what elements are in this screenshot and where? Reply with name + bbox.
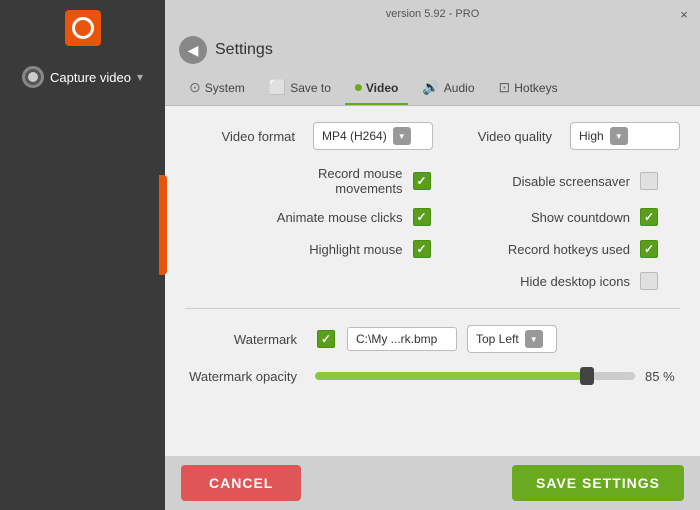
option-highlight-mouse: Highlight mouse [185, 238, 433, 260]
option-animate-mouse: Animate mouse clicks [185, 206, 433, 228]
option-empty-left [185, 270, 433, 292]
main-content: version 5.92 - PRO × ◀ Settings ⊙ System… [165, 0, 700, 510]
capture-video-button[interactable]: Capture video ▾ [8, 60, 157, 94]
sidebar: Capture video ▾ [0, 0, 165, 510]
tab-hotkeys-label: Hotkeys [514, 81, 557, 95]
save-settings-button[interactable]: SAVE SETTINGS [512, 465, 684, 501]
watermark-position-value: Top Left [476, 332, 519, 346]
quality-value: High [579, 129, 604, 143]
show-countdown-label: Show countdown [531, 210, 630, 225]
system-icon: ⊙ [189, 79, 201, 96]
format-dropdown-arrow [393, 127, 411, 145]
back-icon: ◀ [188, 42, 199, 59]
cancel-button[interactable]: CANCEL [181, 465, 301, 501]
watermark-path: C:\My ...rk.bmp [347, 327, 457, 351]
watermark-check-icon[interactable] [317, 330, 335, 348]
option-show-countdown: Show countdown [433, 206, 681, 228]
watermark-label: Watermark [185, 332, 305, 347]
hide-desktop-checkbox[interactable] [638, 270, 660, 292]
option-hide-desktop-icons: Hide desktop icons [433, 270, 681, 292]
disable-screensaver-check-icon[interactable] [640, 172, 658, 190]
chevron-down-icon: ▾ [137, 70, 143, 84]
quality-dropdown-arrow [610, 127, 628, 145]
disable-screensaver-label: Disable screensaver [512, 174, 630, 189]
opacity-value: 85 % [645, 369, 680, 384]
main-window: Capture video ▾ version 5.92 - PRO × ◀ S… [0, 0, 700, 510]
divider [185, 308, 680, 309]
capture-label: Capture video [50, 70, 131, 85]
title-bar: version 5.92 - PRO × [165, 0, 700, 28]
settings-title: Settings [215, 41, 273, 59]
opacity-slider-thumb[interactable] [580, 367, 594, 385]
video-icon: ⏺ [355, 79, 362, 96]
format-quality-row: Video format MP4 (H264) Video quality Hi… [185, 122, 680, 150]
highlight-mouse-label: Highlight mouse [309, 242, 402, 257]
hotkeys-icon: ⊡ [499, 79, 511, 96]
logo-circle [72, 17, 94, 39]
saveto-icon: ⬜ [269, 79, 286, 96]
options-grid: Record mousemovements Disable screensave… [185, 166, 680, 292]
hide-desktop-check-icon[interactable] [640, 272, 658, 290]
tab-hotkeys[interactable]: ⊡ Hotkeys [489, 72, 568, 105]
tab-system[interactable]: ⊙ System [179, 72, 255, 105]
highlight-mouse-checkbox[interactable] [411, 238, 433, 260]
format-label: Video format [185, 129, 305, 144]
record-hotkeys-label: Record hotkeys used [508, 242, 630, 257]
format-value: MP4 (H264) [322, 129, 387, 143]
close-button[interactable]: × [676, 6, 692, 22]
animate-mouse-checkbox[interactable] [411, 206, 433, 228]
opacity-label: Watermark opacity [185, 369, 305, 384]
animate-mouse-label: Animate mouse clicks [277, 210, 403, 225]
tab-saveto-label: Save to [290, 81, 331, 95]
animate-mouse-check-icon[interactable] [413, 208, 431, 226]
back-button[interactable]: ◀ [179, 36, 207, 64]
record-mouse-label: Record mousemovements [318, 166, 403, 196]
watermark-position-dropdown[interactable]: Top Left [467, 325, 557, 353]
record-hotkeys-checkbox[interactable] [638, 238, 660, 260]
position-dropdown-arrow [525, 330, 543, 348]
highlight-mouse-check-icon[interactable] [413, 240, 431, 258]
video-format-dropdown[interactable]: MP4 (H264) [313, 122, 433, 150]
record-mouse-check-icon[interactable] [413, 172, 431, 190]
show-countdown-check-icon[interactable] [640, 208, 658, 226]
video-quality-dropdown[interactable]: High [570, 122, 680, 150]
record-icon [22, 66, 44, 88]
opacity-row: Watermark opacity 85 % [185, 367, 680, 385]
video-format-section: Video format MP4 (H264) [185, 122, 433, 150]
chevron-down-icon [398, 131, 406, 142]
show-countdown-checkbox[interactable] [638, 206, 660, 228]
opacity-slider-track [315, 372, 635, 380]
video-quality-section: Video quality High [442, 122, 680, 150]
disable-screensaver-checkbox[interactable] [638, 170, 660, 192]
footer: CANCEL SAVE SETTINGS [165, 456, 700, 510]
chevron-down-icon-2 [615, 131, 623, 142]
sidebar-accent-bar [159, 175, 167, 275]
option-record-hotkeys: Record hotkeys used [433, 238, 681, 260]
tab-audio-label: Audio [444, 81, 475, 95]
settings-header: ◀ Settings [165, 28, 700, 72]
opacity-slider-container [315, 367, 635, 385]
watermark-checkbox[interactable] [315, 328, 337, 350]
option-record-mouse: Record mousemovements [185, 166, 433, 196]
tab-bar: ⊙ System ⬜ Save to ⏺ Video 🔊 Audio ⊡ Hot… [165, 72, 700, 106]
tab-save-to[interactable]: ⬜ Save to [259, 72, 341, 105]
tab-audio[interactable]: 🔊 Audio [412, 72, 484, 105]
record-icon-inner [28, 72, 38, 82]
window-title: version 5.92 - PRO [386, 8, 480, 20]
tab-system-label: System [205, 81, 245, 95]
tab-video[interactable]: ⏺ Video [345, 72, 408, 105]
chevron-down-icon-3 [530, 334, 538, 345]
option-disable-screensaver: Disable screensaver [433, 166, 681, 196]
settings-panel: Video format MP4 (H264) Video quality Hi… [165, 106, 700, 456]
app-logo [65, 10, 101, 46]
tab-video-label: Video [366, 81, 398, 95]
quality-label: Video quality [442, 129, 562, 144]
record-mouse-checkbox[interactable] [411, 170, 433, 192]
watermark-row: Watermark C:\My ...rk.bmp Top Left [185, 325, 680, 353]
record-hotkeys-check-icon[interactable] [640, 240, 658, 258]
audio-icon: 🔊 [422, 79, 439, 96]
hide-desktop-label: Hide desktop icons [520, 274, 630, 289]
